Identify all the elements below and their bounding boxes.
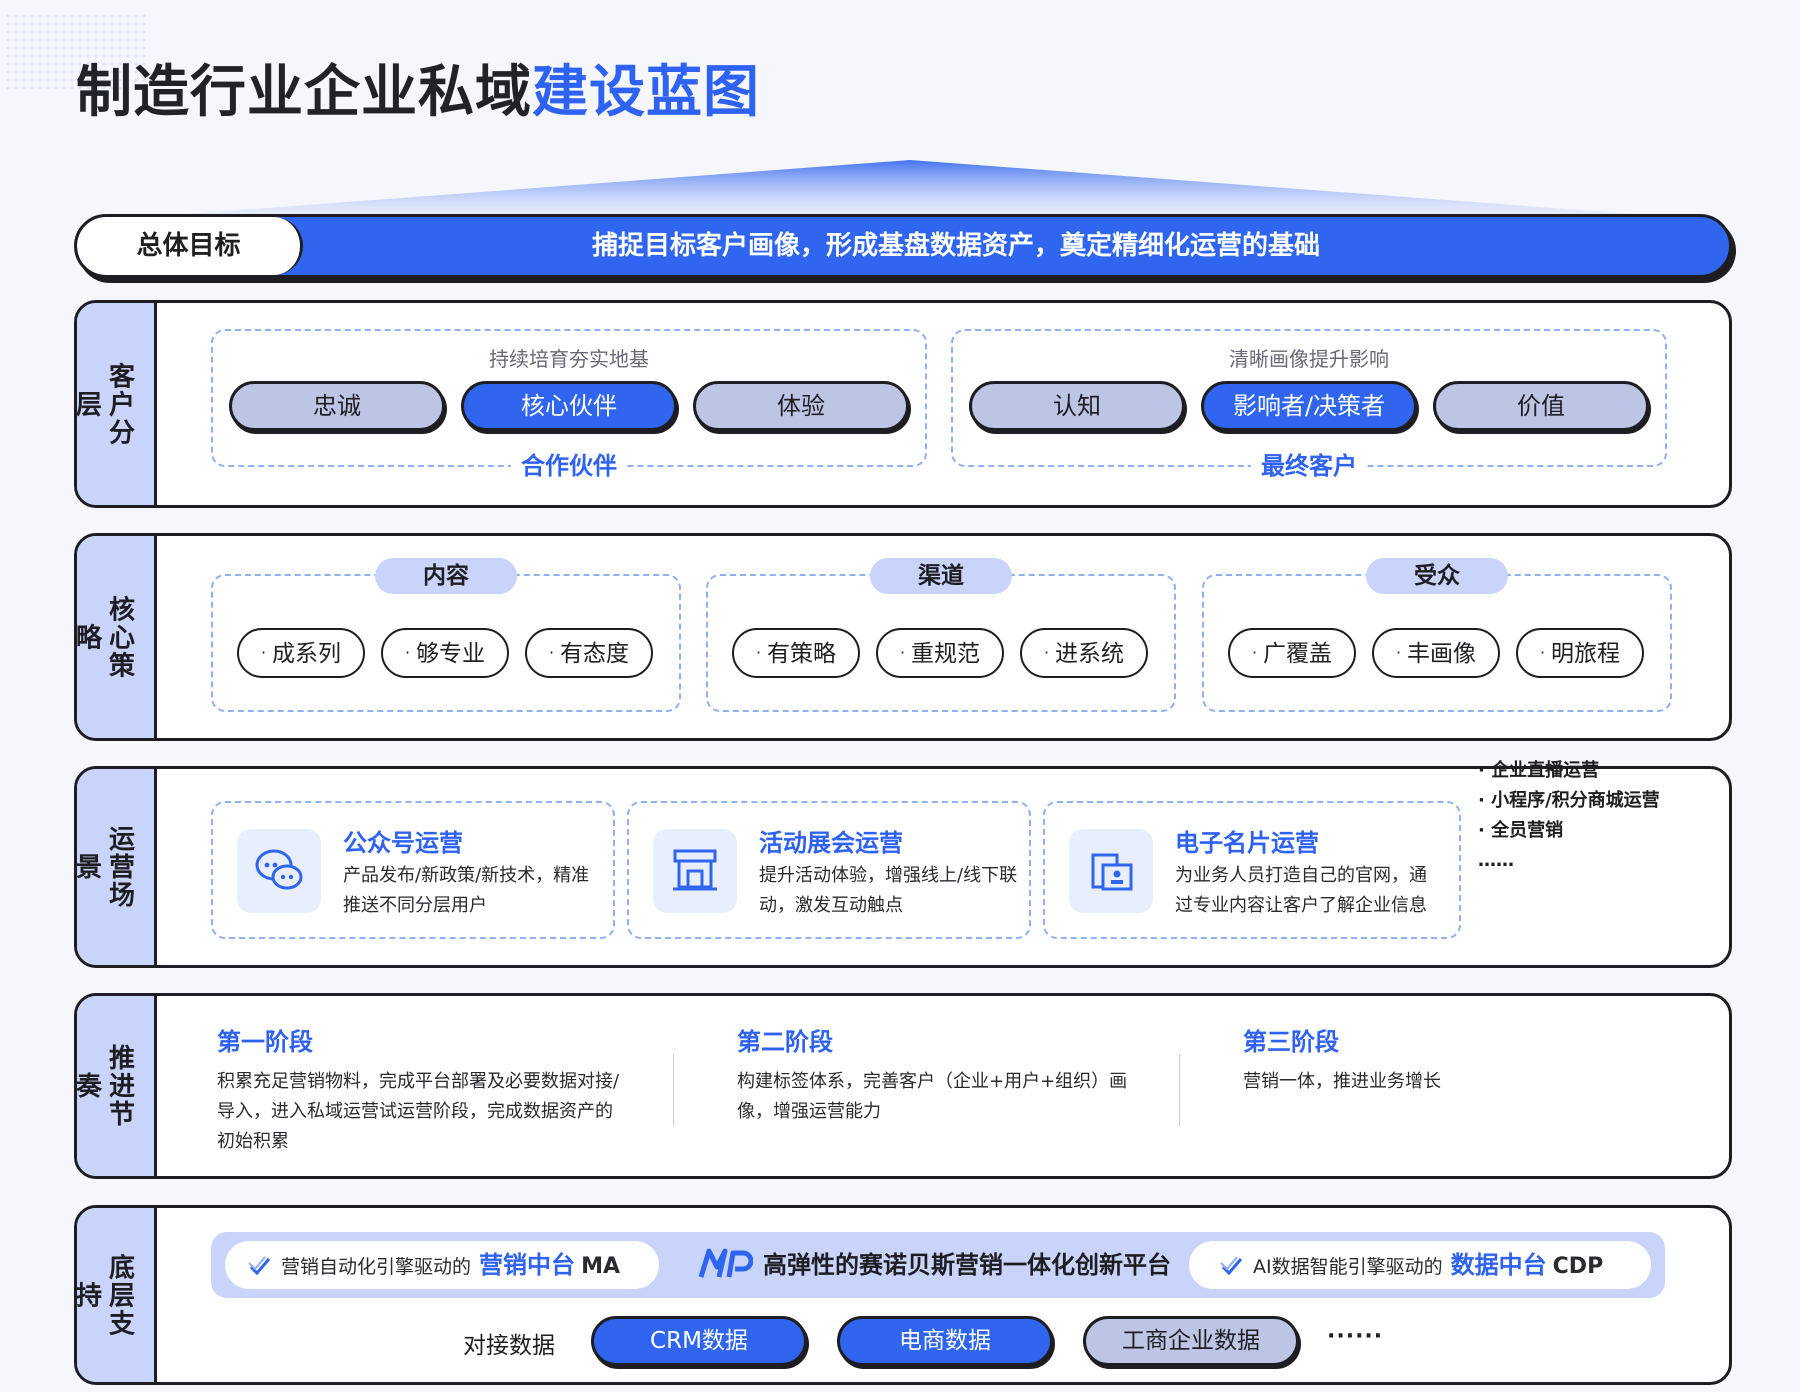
side-label-text: 运营场景 (74, 825, 135, 909)
panel-side-label: 底层支持 (77, 1208, 157, 1382)
panel-side-label: 客户分层 (77, 303, 157, 505)
strategy-tag: 内容 (375, 558, 517, 594)
engine-icon (1220, 1256, 1243, 1276)
scenario-title: 电子名片运营 (1175, 829, 1319, 857)
side-label-text: 客户分层 (74, 362, 135, 446)
mp-logo-icon (698, 1248, 753, 1278)
stage-desc: 营销一体，推进业务增长 (1243, 1071, 1441, 1092)
chip-prefix: AI数据智能引擎驱动的 (1253, 1256, 1443, 1278)
platform-center: 高弹性的赛诺贝斯营销一体化创新平台 (697, 1232, 1171, 1298)
platform-bar: 营销自动化引擎驱动的 营销中台 MA 高弹性的赛诺贝斯营销一体化创新平台 AI数据… (211, 1232, 1665, 1298)
strategy-item: · 重规范 (876, 628, 1004, 678)
layer-pill: 体验 (693, 381, 909, 431)
strategy-item: · 明旅程 (1516, 628, 1644, 678)
scenario-title: 活动展会运营 (759, 829, 903, 857)
marketing-ma-chip: 营销自动化引擎驱动的 营销中台 MA (225, 1241, 659, 1289)
strategy-group-channel: 渠道 · 有策略 · 重规范 · 进系统 (706, 558, 1176, 712)
stage-desc: 积累充足营销物料，完成平台部署及必要数据对接/导入，进入私域运营试运营阶段，完成… (217, 1071, 620, 1152)
data-source-pill: 工商企业数据 (1083, 1316, 1299, 1366)
side-label-text: 核心策略 (74, 595, 135, 679)
strategy-item: · 有策略 (732, 628, 860, 678)
scenario-desc: 产品发布/新政策/新技术，精准推送不同分层用户 (343, 865, 590, 916)
exhibition-booth-icon (653, 829, 737, 913)
data-sources-more: ······ (1327, 1324, 1384, 1349)
goal-label: 总体目标 (77, 217, 303, 275)
stage-title: 第二阶段 (737, 1028, 833, 1056)
extra-scenario-more: …… (1478, 850, 1514, 871)
rhythm-panel: 推进节奏 第一阶段 积累充足营销物料，完成平台部署及必要数据对接/导入，进入私域… (74, 993, 1732, 1179)
strategy-item: · 进系统 (1020, 628, 1148, 678)
stage-1: 第一阶段 积累充足营销物料，完成平台部署及必要数据对接/导入，进入私域运营试运营… (217, 1022, 627, 1157)
platform-name: 高弹性的赛诺贝斯营销一体化创新平台 (763, 1251, 1171, 1279)
data-source-pill: CRM数据 (591, 1316, 807, 1366)
data-cdp-chip: AI数据智能引擎驱动的 数据中台 CDP (1189, 1241, 1651, 1289)
wechat-chat-icon (237, 829, 321, 913)
stage-desc: 构建标签体系，完善客户（企业+用户+组织）画像，增强运营能力 (737, 1071, 1128, 1122)
strategy-item: · 成系列 (237, 628, 365, 678)
scenario-title: 公众号运营 (343, 829, 463, 857)
side-label-text: 底层支持 (74, 1253, 135, 1337)
scenario-desc: 为业务人员打造自己的官网，通过专业内容让客户了解企业信息 (1175, 865, 1427, 916)
strategy-item: · 够专业 (381, 628, 509, 678)
extra-scenario-item: · 小程序/积分商城运营 (1478, 790, 1660, 811)
stage-divider (673, 1054, 674, 1126)
extra-scenarios-list: · 企业直播运营 · 小程序/积分商城运营 · 全员营销 …… (1478, 756, 1660, 876)
goal-text: 捕捉目标客户画像，形成基盘数据资产，奠定精细化运营的基础 (591, 231, 1320, 261)
title-main: 制造行业企业私域 (76, 60, 532, 125)
chip-code: CDP (1552, 1254, 1604, 1279)
extra-scenario-item: · 全员营销 (1478, 820, 1564, 841)
layer-pill: 忠诚 (229, 381, 445, 431)
scenario-card: 公众号运营 产品发布/新政策/新技术，精准推送不同分层用户 (211, 801, 615, 939)
panel-side-label: 运营场景 (77, 769, 157, 965)
business-card-icon (1069, 829, 1153, 913)
layer-pill: 价值 (1433, 381, 1649, 431)
title-highlight: 建设蓝图 (532, 60, 760, 125)
stage-divider (1179, 1054, 1180, 1126)
layer-pill-highlight: 核心伙伴 (461, 381, 677, 431)
chip-name: 营销中台 (479, 1251, 576, 1279)
strategy-item: · 有态度 (525, 628, 653, 678)
strategy-tag: 受众 (1366, 558, 1508, 594)
strategy-group-content: 内容 · 成系列 · 够专业 · 有态度 (211, 558, 681, 712)
stage-title: 第一阶段 (217, 1028, 313, 1056)
strategy-tag: 渠道 (870, 558, 1012, 594)
chip-prefix: 营销自动化引擎驱动的 (281, 1256, 472, 1278)
chip-name: 数据中台 (1450, 1251, 1547, 1279)
partner-group: 持续培育夯实地基 忠诚 核心伙伴 体验 合作伙伴 (211, 329, 927, 481)
data-source-pill: 电商数据 (837, 1316, 1053, 1366)
strategy-group-audience: 受众 · 广覆盖 · 丰画像 · 明旅程 (1202, 558, 1672, 712)
group-caption: 持续培育夯实地基 (489, 347, 649, 371)
stage-2: 第二阶段 构建标签体系，完善客户（企业+用户+组织）画像，增强运营能力 (737, 1022, 1137, 1127)
chip-code: MA (581, 1254, 620, 1279)
data-sources-label: 对接数据 (463, 1333, 555, 1359)
scenario-card: 电子名片运营 为业务人员打造自己的官网，通过专业内容让客户了解企业信息 (1043, 801, 1461, 939)
layer-pill-highlight: 影响者/决策者 (1201, 381, 1417, 431)
customer-layers-panel: 客户分层 持续培育夯实地基 忠诚 核心伙伴 体验 合作伙伴 清晰画像提升影响 认… (74, 300, 1732, 508)
goal-fan-shape (160, 160, 1660, 216)
group-caption: 清晰画像提升影响 (1229, 347, 1389, 371)
page-title: 制造行业企业私域建设蓝图 (76, 58, 760, 128)
stage-3: 第三阶段 营销一体，推进业务增长 (1243, 1022, 1643, 1097)
overall-goal-bar: 总体目标 捕捉目标客户画像，形成基盘数据资产，奠定精细化运营的基础 (74, 214, 1732, 278)
scenario-desc: 提升活动体验，增强线上/线下联动，激发互动触点 (759, 865, 1018, 916)
panel-side-label: 核心策略 (77, 536, 157, 738)
end-customer-group: 清晰画像提升影响 认知 影响者/决策者 价值 最终客户 (951, 329, 1667, 481)
group-footer: 合作伙伴 (511, 446, 627, 481)
side-label-text: 推进节奏 (74, 1044, 135, 1128)
stage-title: 第三阶段 (1243, 1028, 1339, 1056)
scenario-card: 活动展会运营 提升活动体验，增强线上/线下联动，激发互动触点 (627, 801, 1031, 939)
strategy-item: · 丰画像 (1372, 628, 1500, 678)
strategy-item: · 广覆盖 (1228, 628, 1356, 678)
extra-scenario-item: · 企业直播运营 (1478, 760, 1600, 781)
panel-side-label: 推进节奏 (77, 996, 157, 1176)
layer-pill: 认知 (969, 381, 1185, 431)
foundation-panel: 底层支持 营销自动化引擎驱动的 营销中台 MA 高弹性的赛诺贝斯营销一体化创新平台… (74, 1205, 1732, 1385)
engine-icon (248, 1256, 271, 1276)
group-footer: 最终客户 (1251, 446, 1367, 481)
